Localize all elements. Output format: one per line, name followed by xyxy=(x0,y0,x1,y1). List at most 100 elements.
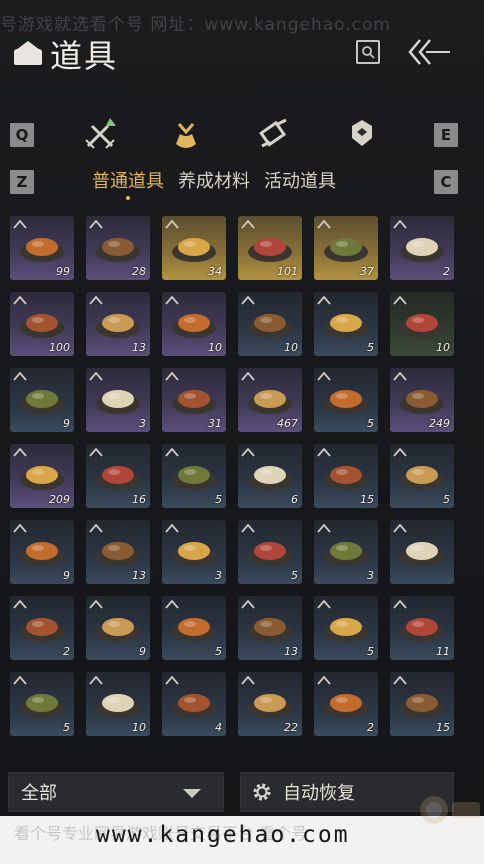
tab-badges[interactable] xyxy=(340,112,384,156)
item-count: 34 xyxy=(208,265,222,278)
inventory-slot[interactable]: 5 xyxy=(314,292,378,356)
item-count: 5 xyxy=(367,645,374,658)
inventory-slot[interactable]: 467 xyxy=(238,368,302,432)
roast-leg-icon xyxy=(400,390,444,414)
inventory-slot[interactable]: 28 xyxy=(86,216,150,280)
scroll-icon xyxy=(259,118,287,148)
filter-select[interactable]: 全部 xyxy=(8,772,224,812)
fried-rice-icon xyxy=(20,618,64,642)
inventory-slot[interactable]: 3 xyxy=(314,520,378,584)
search-button[interactable] xyxy=(356,40,380,64)
level-badge-icon xyxy=(89,447,103,457)
inventory-slot[interactable]: 2 xyxy=(390,216,454,280)
inventory-slot[interactable]: 5 xyxy=(162,596,226,660)
porridge-icon xyxy=(96,542,140,566)
inventory-slot[interactable]: 13 xyxy=(238,596,302,660)
inventory-slot[interactable]: 5 xyxy=(314,596,378,660)
inventory-slot[interactable]: 34 xyxy=(162,216,226,280)
subtab-event-items[interactable]: 活动道具 xyxy=(264,167,336,193)
item-count: 5 xyxy=(367,341,374,354)
level-badge-icon xyxy=(317,295,331,305)
wine-bottle-icon xyxy=(400,542,444,566)
inventory-slot[interactable]: 31 xyxy=(162,368,226,432)
inventory-slot[interactable]: 16 xyxy=(86,444,150,508)
tomato-egg-icon xyxy=(172,314,216,338)
inventory-slot[interactable]: 2 xyxy=(10,596,74,660)
inventory-slot[interactable]: 249 xyxy=(390,368,454,432)
inventory-slot[interactable]: 15 xyxy=(390,672,454,736)
filter-select-value: 全部 xyxy=(21,783,57,804)
level-badge-icon xyxy=(165,371,179,381)
inventory-slot[interactable]: 101 xyxy=(238,216,302,280)
inventory-slot[interactable]: 37 xyxy=(314,216,378,280)
item-count: 31 xyxy=(208,417,222,430)
level-badge-icon xyxy=(317,447,331,457)
weapons-icon xyxy=(85,118,116,149)
level-badge-icon xyxy=(13,219,27,229)
inventory-slot[interactable]: 5 xyxy=(314,368,378,432)
inventory-slot[interactable]: 4 xyxy=(162,672,226,736)
inventory-slot[interactable]: 22 xyxy=(238,672,302,736)
subtab-next-key[interactable]: C xyxy=(434,170,458,194)
item-count: 10 xyxy=(208,341,222,354)
watermark-url: www.kangehao.com xyxy=(96,822,350,848)
inventory-slot[interactable]: 9 xyxy=(10,520,74,584)
hotpot-icon xyxy=(324,618,368,642)
level-badge-icon xyxy=(393,599,407,609)
inventory-slot[interactable]: 11 xyxy=(390,596,454,660)
seafood-plate-icon xyxy=(172,542,216,566)
pork-plate-icon xyxy=(248,466,292,490)
item-grid: 99 28 34 101 37 2 100 13 10 10 5 10 9 3 31 467 5 249 209 16… xyxy=(10,216,476,750)
inventory-slot[interactable]: 5 xyxy=(390,444,454,508)
inventory-slot[interactable]: 13 xyxy=(86,520,150,584)
item-count: 3 xyxy=(215,569,222,582)
item-count: 209 xyxy=(49,493,70,506)
level-badge-icon xyxy=(393,523,407,533)
inventory-slot[interactable]: 209 xyxy=(10,444,74,508)
inventory-slot[interactable]: 5 xyxy=(162,444,226,508)
braised-meat-icon xyxy=(96,314,140,338)
inventory-slot[interactable]: 15 xyxy=(314,444,378,508)
inventory-slot[interactable]: 5 xyxy=(10,672,74,736)
item-count: 13 xyxy=(132,341,146,354)
inventory-slot[interactable]: 9 xyxy=(86,596,150,660)
inventory-slot[interactable]: 10 xyxy=(238,292,302,356)
level-badge-icon xyxy=(165,675,179,685)
level-badge-icon xyxy=(165,295,179,305)
inventory-slot[interactable] xyxy=(390,520,454,584)
level-badge-icon xyxy=(13,447,27,457)
inventory-slot[interactable]: 2 xyxy=(314,672,378,736)
subtab-normal-items[interactable]: 普通道具 xyxy=(92,167,164,200)
subtab-materials[interactable]: 养成材料 xyxy=(178,167,250,193)
sliced-meat-icon xyxy=(96,466,140,490)
item-count: 99 xyxy=(56,265,70,278)
level-badge-icon xyxy=(89,523,103,533)
subtab-prev-key[interactable]: Z xyxy=(10,170,34,194)
inventory-slot[interactable]: 100 xyxy=(10,292,74,356)
tab-items[interactable] xyxy=(164,112,208,156)
inventory-slot[interactable]: 3 xyxy=(162,520,226,584)
inventory-slot[interactable]: 99 xyxy=(10,216,74,280)
inventory-slot[interactable]: 5 xyxy=(238,520,302,584)
tab-scrolls[interactable] xyxy=(252,112,296,156)
steamed-bun-icon xyxy=(324,466,368,490)
category-next-key[interactable]: E xyxy=(434,123,458,147)
inventory-slot[interactable]: 10 xyxy=(390,292,454,356)
level-badge-icon xyxy=(393,675,407,685)
back-button[interactable] xyxy=(404,38,452,66)
inventory-slot[interactable]: 10 xyxy=(162,292,226,356)
level-badge-icon xyxy=(317,219,331,229)
mixed-dish-icon xyxy=(172,466,216,490)
inventory-slot[interactable]: 9 xyxy=(10,368,74,432)
copper-coin-icon xyxy=(324,238,368,262)
item-count: 22 xyxy=(284,721,298,734)
inventory-slot[interactable]: 10 xyxy=(86,672,150,736)
inventory-slot[interactable]: 13 xyxy=(86,292,150,356)
category-prev-key[interactable]: Q xyxy=(10,123,34,147)
inventory-slot[interactable]: 6 xyxy=(238,444,302,508)
item-count: 467 xyxy=(277,417,298,430)
inventory-slot[interactable]: 3 xyxy=(86,368,150,432)
tab-weapons[interactable] xyxy=(78,112,122,156)
level-badge-icon xyxy=(393,447,407,457)
search-icon xyxy=(362,46,375,59)
